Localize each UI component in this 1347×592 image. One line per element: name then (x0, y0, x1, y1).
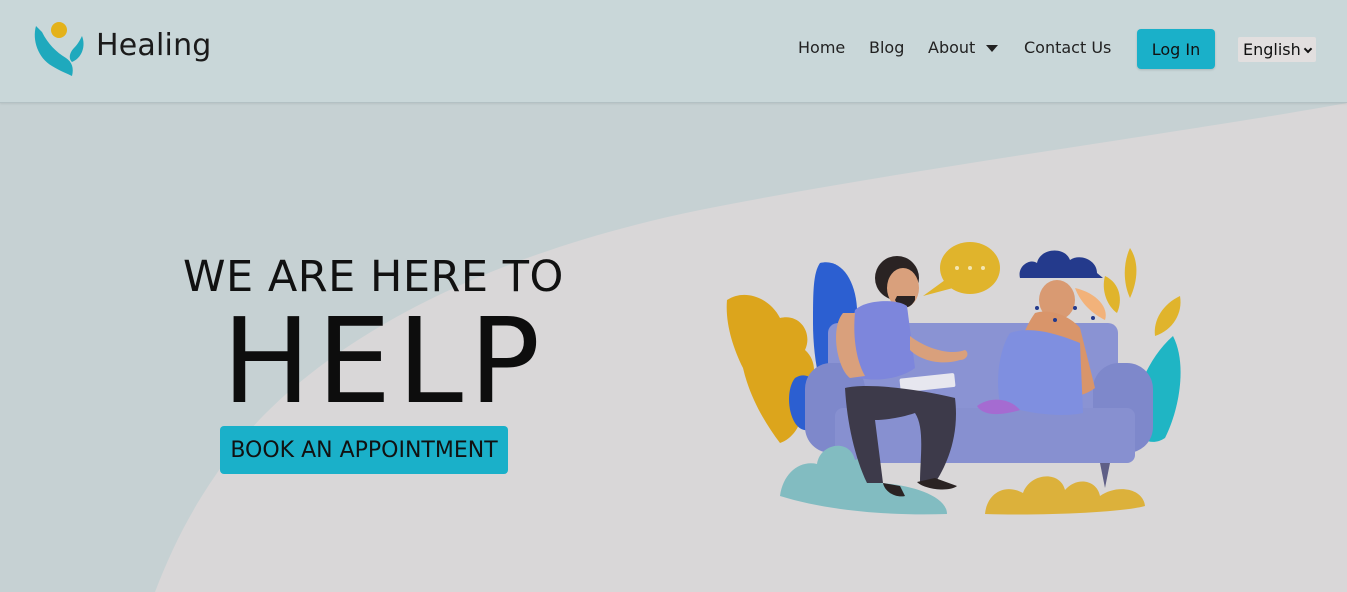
therapy-session-illustration (726, 242, 1181, 515)
nav-contact-us[interactable]: Contact Us (1024, 38, 1111, 57)
login-button[interactable]: Log In (1137, 29, 1215, 69)
nav-about[interactable]: About (928, 38, 975, 57)
book-appointment-button[interactable]: BOOK AN APPOINTMENT (220, 426, 508, 474)
site-header: Healing Home Blog About Contact Us Log I… (0, 0, 1347, 103)
chevron-down-icon[interactable] (986, 45, 998, 52)
nav-blog[interactable]: Blog (869, 38, 904, 57)
nav-home[interactable]: Home (798, 38, 845, 57)
language-select[interactable]: English (1238, 37, 1316, 62)
chevron-down-icon (1303, 44, 1313, 54)
language-select-value: English (1243, 40, 1301, 59)
main-nav: Home Blog About Contact Us Log In Englis… (0, 0, 1347, 103)
hero-headline: HELP (222, 292, 547, 430)
